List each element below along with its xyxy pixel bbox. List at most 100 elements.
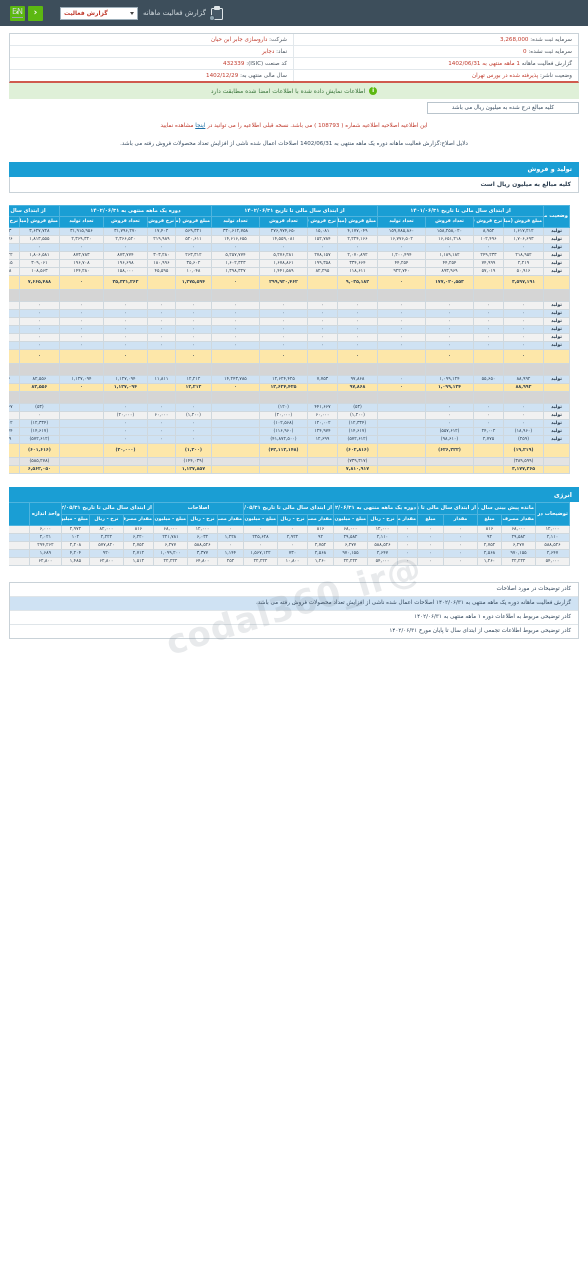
table-cell: ۲۹,۵۸۲	[501, 532, 536, 542]
table-cell	[473, 465, 504, 475]
table-cell: (۴۲,۱۱۲,۱۴۸)	[258, 443, 308, 459]
table-cell	[146, 275, 176, 291]
table-cell	[210, 349, 260, 365]
table-cell: ۰	[58, 317, 104, 327]
table-cell: ۳۱,۷۹۶,۲۷۰	[102, 227, 148, 237]
table-cell	[376, 435, 427, 445]
table-cell: ۰	[9, 317, 20, 327]
table-cell	[146, 443, 176, 459]
table-cell: ۱۲,۲۱۲	[174, 375, 212, 385]
row-unit-cell: تولید	[543, 267, 570, 277]
topbar-right-group: گزارش فعالیت ماهانه گزارش فعالیت ‹ ›	[10, 5, 223, 21]
energy-table: توضیحات در خصوص علت تغییر میزان مصرف مان…	[9, 502, 570, 566]
table-cell: ۰	[146, 243, 176, 253]
report-type-select[interactable]: گزارش فعالیت	[60, 6, 138, 20]
table-cell: ۱۶,۶۵۱,۲۱۸	[425, 235, 474, 245]
col-salecount-month: تعداد فروش	[102, 216, 148, 229]
table-cell: ۰	[473, 341, 504, 351]
table-cell	[210, 411, 260, 421]
row-unit-cell: تولید	[543, 251, 570, 261]
table-cell: ۶,۲۷۷	[501, 540, 536, 550]
table-cell	[102, 289, 148, 303]
table-cell	[306, 349, 338, 365]
table-cell: ۲,۷۵۲	[122, 540, 154, 550]
table-cell: ۰	[442, 532, 478, 542]
table-cell	[174, 363, 212, 377]
col-energy-corr-qty: مقدار مصرف	[216, 513, 244, 526]
row-unit-cell: تولید	[543, 301, 570, 311]
col-energy-rev-qty: مقدار مصرف	[306, 513, 334, 526]
table-cell: (۱۱۶,۹۶۰)	[258, 427, 308, 437]
table-cell: ۰	[9, 309, 20, 319]
table-cell: ۷,۷۵۳	[306, 375, 338, 385]
col-energy-corr-rate: نرخ - ریال	[186, 513, 218, 526]
table-cell: ۰	[473, 333, 504, 343]
table-cell: ۰	[376, 375, 427, 385]
table-cell	[146, 391, 176, 405]
col-salecount-1402-06: تعداد فروش	[258, 216, 308, 229]
table-cell: ۰	[9, 341, 20, 351]
table-cell: ۱,۲۶۰	[476, 556, 503, 566]
table-cell: ۰	[416, 556, 444, 566]
table-cell	[210, 391, 260, 405]
energy-table-wrap[interactable]: توضیحات در خصوص علت تغییر میزان مصرف مان…	[9, 502, 579, 566]
table-cell	[18, 363, 60, 377]
table-cell: ۰	[102, 341, 148, 351]
col-prodcount-1402-06: تعداد تولید	[210, 216, 260, 229]
table-cell: ۰	[473, 301, 504, 311]
table-cell: ۰	[503, 243, 544, 253]
table-cell: ۱۵۲,۷۸۴	[306, 235, 338, 245]
table-row: تولید۰۰۰۰۰۰۰۰۰۰۰۰۰۰۰	[9, 301, 570, 311]
table-cell: ۰	[306, 341, 338, 351]
table-cell	[58, 457, 104, 467]
table-cell: ۸۲,۲۹۵	[306, 267, 338, 277]
table-cell	[9, 289, 20, 303]
table-cell: ۰	[306, 243, 338, 253]
table-cell: ۰	[396, 556, 418, 566]
table-cell: ۱,۶۷۸,۸۶۱	[258, 259, 308, 269]
language-toggle-en[interactable]: EN	[12, 7, 24, 18]
col-energy-month-rate: نرخ - ریال	[366, 513, 398, 526]
table-cell: ۰	[336, 341, 378, 351]
table-cell: ۰	[102, 301, 148, 311]
isic-cell: کد صنعت (ISIC): 432339	[10, 58, 294, 69]
table-cell: ۳,۳۷۷	[186, 548, 218, 558]
table-cell: ۲۹۹,۹۳۰,۴۶۲	[258, 275, 308, 291]
production-currency-note: کلیه مبالغ به میلیون ریال است	[9, 176, 579, 193]
table-cell: ۲۲,۲۲۲	[242, 556, 278, 566]
table-cell: ۰	[376, 309, 427, 319]
row-unit-cell: تولید	[543, 235, 570, 245]
table-cell: ۶,۲۷۷	[332, 540, 368, 550]
table-cell: ۵,۲۵۷,۷۷۴	[210, 251, 260, 261]
production-table-wrap[interactable]: وضعیت محصول - واحد از ابتدای سال مالی تا…	[9, 204, 579, 475]
period-label: گزارش فعالیت ماهانه	[521, 60, 572, 67]
prev-button[interactable]: ‹	[28, 5, 43, 21]
table-cell: ۰	[442, 524, 478, 534]
table-cell: (۱۴,۶۱۷)	[336, 427, 378, 437]
table-cell	[425, 289, 474, 303]
col-energy-month-qty: مقدار مصرف	[396, 513, 418, 526]
table-cell: ۹۷,۸۶۸	[336, 383, 378, 393]
table-cell: ۲,۰۲۱	[28, 532, 62, 542]
table-cell: ۲۹۲,۵۲۲	[9, 251, 20, 261]
table-cell: ۰	[146, 325, 176, 335]
table-cell: ۹۲۲,۷۴۰	[376, 267, 427, 277]
table-cell: ۲۹,۵۸۲	[332, 532, 368, 542]
table-cell: ۲۴,۰۰۲	[473, 427, 504, 437]
table-cell: ۱۷,۴۰۲	[146, 227, 176, 237]
footer-note-row: کادر توضیحی مربوط به اطلاعات دوره ۱ ماهه…	[10, 611, 578, 625]
table-cell: ۰	[503, 333, 544, 343]
table-cell: ۱۴,۷۹۳	[9, 227, 20, 237]
table-cell	[473, 289, 504, 303]
table-cell: ۲۰۱,۷۱۵	[9, 259, 20, 269]
table-cell: ۰	[376, 325, 427, 335]
previous-version-link[interactable]: اینجا	[195, 123, 205, 129]
table-cell: ۲,۶۴۷	[535, 548, 570, 558]
symbol-value: دجابر	[262, 48, 275, 55]
table-cell	[258, 457, 308, 467]
table-cell: ۰	[425, 243, 474, 253]
row-unit-cell: تولید	[543, 341, 570, 351]
table-cell: ۰	[258, 349, 308, 365]
table-cell: ۰	[425, 325, 474, 335]
table-cell: (۹۸,۶۱۰)	[425, 435, 474, 445]
